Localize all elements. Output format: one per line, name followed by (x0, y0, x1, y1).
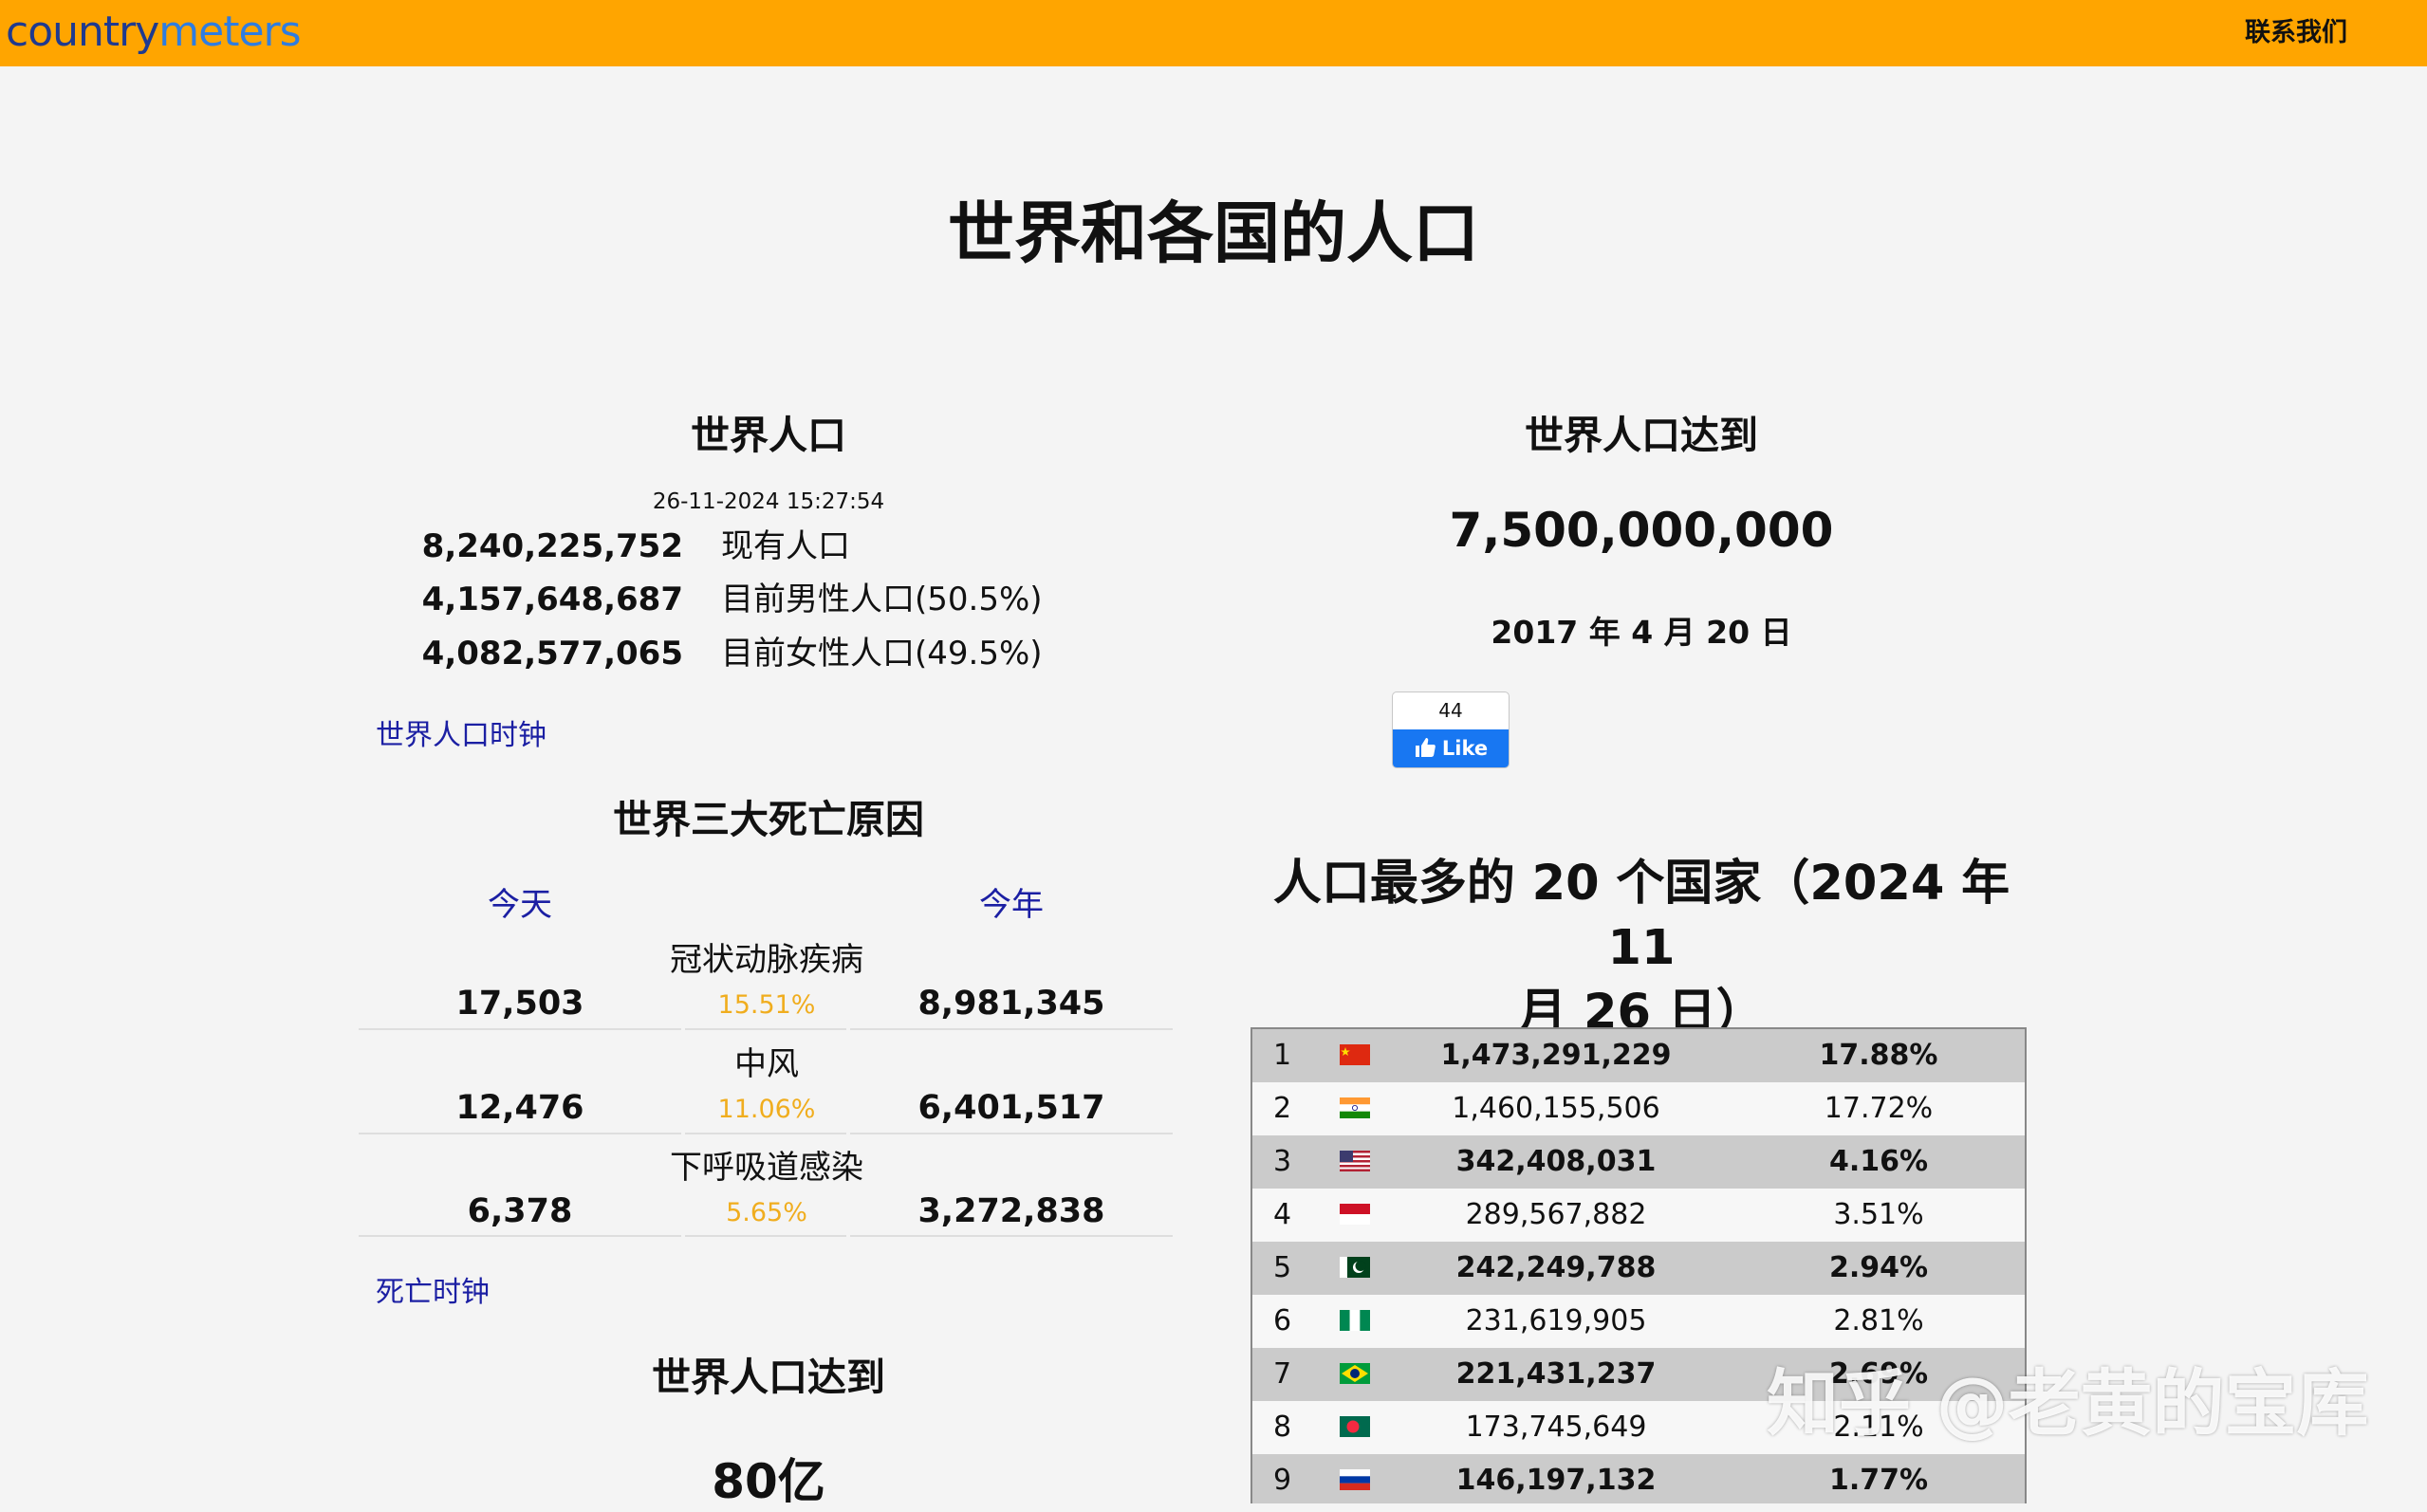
year-column-header: 今年 (979, 886, 1044, 924)
top-bar: countrymeters 联系我们 (0, 0, 2427, 66)
table-row[interactable]: 6 231,619,905 2.81% (1252, 1295, 2025, 1348)
like-count: 44 (1438, 699, 1463, 722)
percent-cell: 17.72% (1824, 1092, 1934, 1125)
rank-cell: 1 (1273, 1039, 1292, 1072)
facebook-like-button[interactable]: Like (1393, 729, 1509, 767)
population-cell: 146,197,132 (1455, 1464, 1657, 1497)
logo-part-meters: meters (158, 8, 301, 56)
male-population-row: 4,157,648,687 目前男性人口(50.5%) (380, 573, 1139, 626)
facebook-like-widget: 44 Like (1392, 691, 1510, 768)
bangladesh-flag-icon (1340, 1416, 1370, 1437)
population-cell: 1,460,155,506 (1452, 1092, 1660, 1125)
contact-us-link[interactable]: 联系我们 (2245, 0, 2347, 66)
rank-cell: 2 (1273, 1092, 1292, 1125)
china-flag-icon (1340, 1044, 1370, 1065)
row-divider (359, 1235, 681, 1237)
zhihu-watermark: 知乎 @老黄的宝库 (1767, 1361, 2369, 1446)
female-population-row: 4,082,577,065 目前女性人口(49.5%) (380, 627, 1139, 680)
population-cell: 173,745,649 (1465, 1411, 1647, 1444)
cause-today-coronary: 17,503 (455, 985, 584, 1023)
top20-title: 人口最多的 20 个国家（2024 年 11 月 26 日） (1233, 852, 2049, 1045)
population-cell: 342,408,031 (1455, 1145, 1657, 1178)
row-divider (359, 1028, 681, 1030)
thumbs-up-icon (1415, 738, 1436, 757)
male-population-value: 4,157,648,687 (421, 581, 683, 618)
table-row[interactable]: 3 342,408,031 4.16% (1252, 1135, 2025, 1189)
pakistan-flag-icon (1340, 1257, 1370, 1278)
cause-name-coronary: 冠状动脉疾病 (670, 941, 863, 979)
population-cell: 289,567,882 (1465, 1198, 1647, 1231)
logo-part-country: country (6, 8, 159, 56)
world-population-clock-link[interactable]: 世界人口时钟 (376, 711, 547, 753)
cause-percent-coronary: 15.51% (717, 990, 816, 1020)
cause-name-stroke: 中风 (734, 1045, 799, 1083)
rank-cell: 5 (1273, 1251, 1292, 1284)
row-divider (685, 1028, 846, 1030)
rank-cell: 6 (1273, 1304, 1292, 1337)
site-logo[interactable]: countrymeters (6, 4, 302, 61)
death-causes-title: 世界三大死亡原因 (613, 797, 924, 842)
percent-cell: 2.94% (1828, 1251, 1929, 1284)
row-divider (685, 1133, 846, 1134)
cause-year-respiratory: 3,272,838 (917, 1192, 1105, 1230)
today-column-header: 今天 (488, 886, 552, 924)
current-population-row: 8,240,225,752 现有人口 (380, 520, 1139, 573)
brazil-flag-icon (1340, 1363, 1370, 1384)
india-flag-icon (1340, 1097, 1370, 1118)
current-population-value: 8,240,225,752 (421, 527, 683, 565)
percent-cell: 2.81% (1833, 1304, 1924, 1337)
cause-today-respiratory: 6,378 (467, 1192, 573, 1230)
page-title: 世界和各国的人口 (948, 194, 1479, 272)
rank-cell: 8 (1273, 1411, 1292, 1444)
female-population-value: 4,082,577,065 (421, 635, 683, 673)
population-timestamp: 26-11-2024 15:27:54 (652, 489, 885, 514)
row-divider (359, 1133, 681, 1134)
population-cell: 231,619,905 (1465, 1304, 1647, 1337)
row-divider (850, 1133, 1173, 1134)
world-population-title: 世界人口 (691, 413, 846, 458)
top20-title-line1: 人口最多的 20 个国家（2024 年 11 (1272, 856, 2010, 976)
percent-cell: 17.88% (1819, 1039, 1938, 1072)
rank-cell: 9 (1273, 1464, 1292, 1497)
reached-right-date: 2017 年 4 月 20 日 (1491, 614, 1792, 651)
death-clock-link[interactable]: 死亡时钟 (376, 1268, 490, 1310)
table-row[interactable]: 4 289,567,882 3.51% (1252, 1189, 2025, 1242)
reached-right-value: 7,500,000,000 (1449, 503, 1834, 558)
row-divider (685, 1235, 846, 1237)
cause-today-stroke: 12,476 (455, 1089, 584, 1127)
russia-flag-icon (1340, 1469, 1370, 1490)
table-row[interactable]: 2 1,460,155,506 17.72% (1252, 1082, 2025, 1135)
cause-year-stroke: 6,401,517 (917, 1089, 1105, 1127)
cause-percent-stroke: 11.06% (717, 1095, 816, 1124)
rank-cell: 3 (1273, 1145, 1292, 1178)
cause-percent-respiratory: 5.65% (726, 1198, 807, 1227)
percent-cell: 4.16% (1828, 1145, 1929, 1178)
cause-year-coronary: 8,981,345 (917, 985, 1105, 1023)
table-row[interactable]: 9 146,197,132 1.77% (1252, 1454, 2025, 1503)
percent-cell: 3.51% (1833, 1198, 1924, 1231)
rank-cell: 4 (1273, 1198, 1292, 1231)
reached-left-value: 80亿 (712, 1454, 825, 1509)
like-label: Like (1441, 737, 1489, 760)
table-row[interactable]: 5 242,249,788 2.94% (1252, 1242, 2025, 1295)
population-cell: 221,431,237 (1455, 1357, 1657, 1391)
usa-flag-icon (1340, 1151, 1370, 1171)
male-population-label: 目前男性人口(50.5%) (721, 581, 1043, 618)
population-cell: 1,473,291,229 (1440, 1039, 1672, 1072)
reached-right-title: 世界人口达到 (1525, 413, 1758, 458)
table-row[interactable]: 1 1,473,291,229 17.88% (1252, 1029, 2025, 1082)
reached-left-title: 世界人口达到 (652, 1355, 885, 1400)
row-divider (850, 1235, 1173, 1237)
percent-cell: 1.77% (1828, 1464, 1929, 1497)
nigeria-flag-icon (1340, 1310, 1370, 1331)
indonesia-flag-icon (1340, 1204, 1370, 1225)
rank-cell: 7 (1273, 1357, 1292, 1391)
female-population-label: 目前女性人口(49.5%) (721, 635, 1043, 673)
row-divider (850, 1028, 1173, 1030)
current-population-label: 现有人口 (721, 527, 850, 565)
cause-name-respiratory: 下呼吸道感染 (670, 1149, 863, 1187)
population-cell: 242,249,788 (1455, 1251, 1657, 1284)
